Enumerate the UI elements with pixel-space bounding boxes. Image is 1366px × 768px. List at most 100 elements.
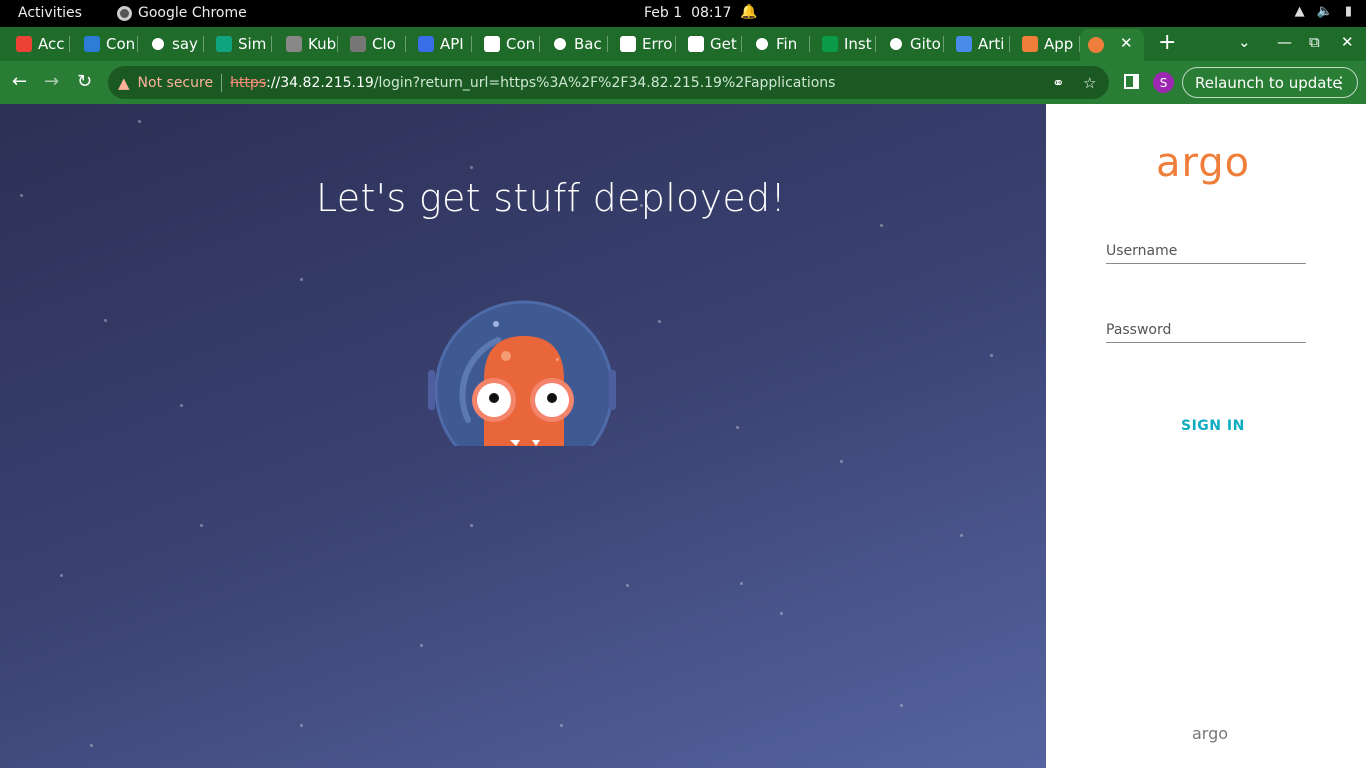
share-icon[interactable]: ⚭ xyxy=(1052,74,1065,92)
browser-tab[interactable]: Acc xyxy=(16,31,70,57)
address-bar[interactable]: ▲ Not secure https://34.82.215.19/login?… xyxy=(108,66,1109,99)
tab-separator xyxy=(271,36,272,52)
activities-button[interactable]: Activities xyxy=(18,5,82,21)
page-content: Let's get stuff deployed! argo Username … xyxy=(0,104,1366,768)
star xyxy=(658,320,661,323)
nginx-icon xyxy=(822,36,838,52)
tab-separator xyxy=(203,36,204,52)
tab-separator xyxy=(405,36,406,52)
more-menu-icon[interactable]: ⋮ xyxy=(1333,73,1349,92)
browser-tab[interactable]: Con xyxy=(484,31,540,57)
browser-tab[interactable]: App xyxy=(1022,31,1080,57)
forward-icon[interactable]: → xyxy=(44,71,59,92)
browser-tab[interactable]: Get xyxy=(688,31,742,57)
url-scheme: https xyxy=(230,74,267,91)
sign-in-button[interactable]: SIGN IN xyxy=(1181,418,1245,434)
star xyxy=(90,744,93,747)
tab-separator xyxy=(809,36,810,52)
github-icon xyxy=(150,36,166,52)
tab-title: API xyxy=(440,35,464,53)
tab-title: Acc xyxy=(38,35,65,53)
browser-tab[interactable]: Clo xyxy=(350,31,406,57)
browser-tab[interactable]: Sim xyxy=(216,31,272,57)
argo-icon xyxy=(1022,36,1038,52)
star xyxy=(780,612,783,615)
tab-title: Kub xyxy=(308,35,337,53)
bell-icon: 🔔 xyxy=(740,4,758,20)
url-host: ://34.82.215.19 xyxy=(266,74,374,91)
browser-tab[interactable]: Bac xyxy=(552,31,608,57)
url-text[interactable]: https://34.82.215.19/login?return_url=ht… xyxy=(230,75,835,91)
tab-title: Sim xyxy=(238,35,267,53)
kubernetes-icon xyxy=(286,36,302,52)
restore-icon[interactable]: ⧉ xyxy=(1309,33,1320,51)
browser-toolbar: ← → ↻ ▲ Not secure https://34.82.215.19/… xyxy=(0,61,1366,104)
tab-title: Erro xyxy=(642,35,673,53)
star xyxy=(420,644,423,647)
browser-tab[interactable]: Gito xyxy=(888,31,944,57)
star xyxy=(300,278,303,281)
browser-tab[interactable]: Kub xyxy=(286,31,338,57)
system-tray[interactable]: ▲ 🔈 ▮ xyxy=(1295,4,1352,19)
tab-title: say xyxy=(172,35,198,53)
password-field[interactable]: Password xyxy=(1106,322,1306,343)
star xyxy=(60,574,63,577)
warning-icon[interactable]: ▲ xyxy=(118,74,130,92)
tab-title: Inst xyxy=(844,35,872,53)
bookmark-star-icon[interactable]: ☆ xyxy=(1083,74,1096,92)
space-background: Let's get stuff deployed! xyxy=(0,104,1046,768)
tab-title: Fin xyxy=(776,35,798,53)
star xyxy=(960,534,963,537)
browser-tab[interactable]: Con xyxy=(84,31,138,57)
url-path: /login?return_url=https%3A%2F%2F34.82.21… xyxy=(373,74,836,91)
tab-title: Gito xyxy=(910,35,941,53)
argo-mascot-icon xyxy=(428,300,616,446)
tab-separator xyxy=(1009,36,1010,52)
app-menu[interactable]: Google Chrome xyxy=(117,5,247,21)
close-window-icon[interactable]: ✕ xyxy=(1341,33,1354,51)
star xyxy=(740,582,743,585)
gmail-icon xyxy=(16,36,32,52)
login-panel: argo Username Password SIGN IN argo xyxy=(1046,104,1366,768)
browser-tab[interactable]: Erro xyxy=(620,31,676,57)
star xyxy=(840,460,843,463)
tab-search-icon[interactable]: ⌄ xyxy=(1238,33,1251,51)
minimize-icon[interactable]: — xyxy=(1277,33,1292,51)
browser-tab[interactable]: API xyxy=(418,31,472,57)
star xyxy=(880,224,883,227)
helm-icon xyxy=(688,36,704,52)
active-tab[interactable] xyxy=(1080,29,1144,61)
username-field[interactable]: Username xyxy=(1106,243,1306,264)
tab-separator xyxy=(675,36,676,52)
star xyxy=(138,120,141,123)
new-tab-button[interactable]: + xyxy=(1158,30,1176,55)
tab-title: App xyxy=(1044,35,1074,53)
tab-separator xyxy=(337,36,338,52)
not-secure-label[interactable]: Not secure xyxy=(138,75,214,91)
browser-tab[interactable]: Arti xyxy=(956,31,1010,57)
star xyxy=(200,524,203,527)
close-tab-icon[interactable]: ✕ xyxy=(1120,34,1133,52)
helm-icon xyxy=(620,36,636,52)
star xyxy=(470,166,473,169)
battery-icon: ▮ xyxy=(1344,4,1352,19)
back-icon[interactable]: ← xyxy=(12,71,27,92)
tab-separator xyxy=(875,36,876,52)
reload-icon[interactable]: ↻ xyxy=(77,71,92,92)
username-label: Username xyxy=(1106,243,1178,259)
tab-separator xyxy=(539,36,540,52)
browser-tab[interactable]: say xyxy=(150,31,204,57)
tab-separator xyxy=(137,36,138,52)
date: Feb 1 xyxy=(644,5,683,21)
side-panel-icon[interactable] xyxy=(1124,74,1139,89)
star xyxy=(104,319,107,322)
profile-avatar[interactable]: S xyxy=(1153,72,1174,93)
browser-tab[interactable]: Fin xyxy=(754,31,810,57)
relaunch-button[interactable]: Relaunch to update ⋮ xyxy=(1182,67,1358,98)
star xyxy=(560,724,563,727)
star xyxy=(736,426,739,429)
tab-strip: ✕ + ⌄ — ⧉ ✕ Acc Con say Sim Kub Clo API Con Bac E… xyxy=(0,27,1366,61)
browser-tab[interactable]: Inst xyxy=(822,31,876,57)
artifact-icon xyxy=(956,36,972,52)
clock[interactable]: Feb 1 08:17 xyxy=(644,5,731,21)
